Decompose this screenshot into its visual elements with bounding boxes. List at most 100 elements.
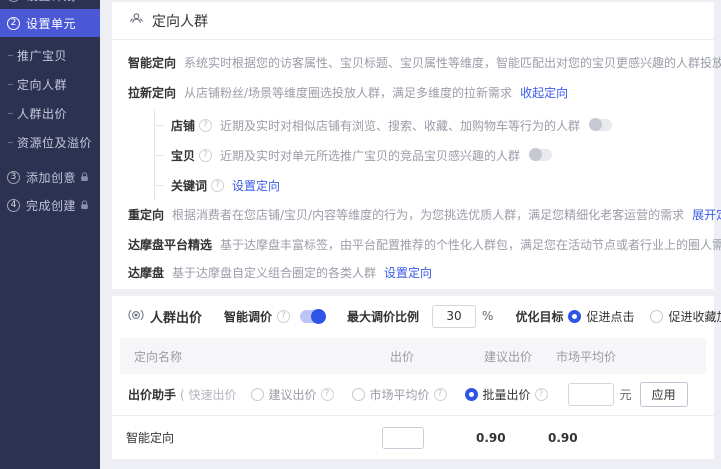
step-number: 1: [7, 0, 20, 2]
goal-option-label: 促进点击: [586, 308, 634, 325]
panel-title: 定向人群: [152, 11, 208, 31]
radio-icon[interactable]: [650, 310, 663, 323]
step-number: 2: [7, 17, 20, 30]
row-desc: 从店铺粉丝/场景等维度圈选投放人群，满足多维度的拉新需求: [184, 84, 512, 102]
subitem-label: 人群出价: [17, 105, 67, 122]
help-icon[interactable]: ?: [199, 119, 212, 132]
sidebar-step-unit[interactable]: 2 设置单元: [0, 9, 100, 37]
sidebar-step-plan[interactable]: 1 设置计划: [0, 0, 100, 9]
assistant-hint: ( 快速出价: [180, 386, 237, 403]
col-header-suggested: 建议出价: [484, 348, 556, 365]
max-ratio-label: 最大调价比例: [347, 308, 419, 325]
help-icon[interactable]: ?: [535, 388, 548, 401]
shop-targeting-row: 店铺 ? 近期及实时对相似店铺有浏览、搜索、收藏、加购物车等行为的人群: [155, 110, 698, 140]
help-icon[interactable]: ?: [199, 149, 212, 162]
subitem-label: 推广宝贝: [17, 47, 67, 64]
step-number: 3: [7, 171, 20, 184]
goal-label: 优化目标: [515, 308, 563, 325]
col-header-market: 市场平均价: [556, 348, 646, 365]
step-number: 4: [7, 199, 20, 212]
radio-icon[interactable]: [568, 310, 581, 323]
row-name: 智能定向: [126, 429, 382, 446]
bid-panel-header: 人群出价 智能调价 ? 最大调价比例 % 优化目标 促进点击 促进收藏加购: [112, 296, 714, 336]
assistant-option-label: 建议出价: [269, 386, 317, 403]
step-label: 设置计划: [26, 0, 76, 4]
row-label: 拉新定向: [128, 84, 176, 102]
sidebar-item-audience-bid[interactable]: 人群出价: [0, 99, 100, 128]
acquisition-targeting-row: 拉新定向 从店铺粉丝/场景等维度圈选投放人群，满足多维度的拉新需求 收起定向: [128, 84, 698, 102]
audience-panel-header: 定向人群: [112, 2, 714, 40]
sidebar-item-promote-item[interactable]: 推广宝贝: [0, 41, 100, 70]
radio-icon[interactable]: [251, 388, 264, 401]
row-desc: 系统实时根据您的访客属性、宝贝标题、宝贝属性等维度，智能匹配出对您的宝贝更感兴趣…: [184, 54, 721, 72]
keyword-targeting-row: 关键词 ? 设置定向: [155, 170, 698, 200]
campaign-setup-page: 1 设置计划 2 设置单元 推广宝贝 定向人群 人群出价 资源位及溢价 3 添加…: [0, 0, 721, 469]
audience-bid-panel: 人群出价 智能调价 ? 最大调价比例 % 优化目标 促进点击 促进收藏加购: [112, 296, 714, 459]
step-label: 添加创意: [26, 169, 76, 186]
batch-bid-input[interactable]: [568, 383, 614, 406]
sidebar-subnav: 推广宝贝 定向人群 人群出价 资源位及溢价: [0, 37, 100, 159]
audience-targeting-panel: 定向人群 智能定向 系统实时根据您的访客属性、宝贝标题、宝贝属性等维度，智能匹配…: [112, 2, 714, 289]
sidebar-step-finish[interactable]: 4 完成创建: [0, 191, 100, 219]
sidebar-item-placement[interactable]: 资源位及溢价: [0, 128, 100, 157]
row-suggested-bid: 0.90: [476, 431, 548, 445]
lock-icon: [80, 200, 89, 210]
subitem-label: 定向人群: [17, 76, 67, 93]
bid-target-icon: [128, 307, 144, 326]
dmp-featured-row: 达摩盘平台精选 基于达摩盘丰富标签，由平台配置推荐的个性化人群包，满足您在活动节…: [128, 236, 698, 254]
row-desc: 基于达摩盘丰富标签，由平台配置推荐的个性化人群包，满足您在活动节点或者行业上的圈…: [220, 236, 721, 254]
row-market-price: 0.90: [548, 431, 638, 445]
collapse-targeting-link[interactable]: 收起定向: [520, 84, 568, 102]
dmp-row: 达摩盘 基于达摩盘自定义组合圈定的各类人群 设置定向: [128, 264, 698, 282]
audience-panel-body: 智能定向 系统实时根据您的访客属性、宝贝标题、宝贝属性等维度，智能匹配出对您的宝…: [112, 40, 714, 282]
yuan-unit: 元: [620, 386, 632, 403]
assistant-option-batch[interactable]: 批量出价 ?: [465, 386, 548, 403]
percent-unit: %: [482, 309, 493, 323]
acquisition-children: 店铺 ? 近期及实时对相似店铺有浏览、搜索、收藏、加购物车等行为的人群 宝贝 ?…: [154, 110, 698, 200]
row-bid-cell: [382, 427, 476, 449]
row-label: 店铺: [171, 117, 195, 134]
smart-adjust-toggle[interactable]: [300, 310, 325, 323]
item-targeting-row: 宝贝 ? 近期及实时对单元所选推广宝贝的竞品宝贝感兴趣的人群: [155, 140, 698, 170]
goal-option-label: 促进收藏加购: [668, 308, 721, 325]
row-label: 重定向: [128, 206, 164, 224]
item-targeting-toggle[interactable]: [530, 149, 552, 161]
assistant-option-label: 批量出价: [483, 386, 531, 403]
row-label: 达摩盘: [128, 264, 164, 282]
set-targeting-link[interactable]: 设置定向: [232, 177, 280, 194]
max-ratio-input[interactable]: [432, 305, 476, 328]
row-bid-input[interactable]: [382, 427, 424, 449]
bid-assistant-row: 出价助手 ( 快速出价 建议出价 ? 市场平均价 ? 批量出价 ?: [112, 374, 714, 416]
apply-button[interactable]: 应用: [640, 382, 688, 407]
help-icon[interactable]: ?: [321, 388, 334, 401]
help-icon[interactable]: ?: [211, 179, 224, 192]
expand-targeting-link[interactable]: 展开定向: [692, 206, 721, 224]
row-label: 智能定向: [128, 54, 176, 72]
help-icon[interactable]: ?: [277, 310, 290, 323]
assistant-option-market[interactable]: 市场平均价 ?: [352, 386, 447, 403]
row-desc: 近期及实时对单元所选推广宝贝的竞品宝贝感兴趣的人群: [220, 147, 520, 164]
bid-table-row-smart: 智能定向 0.90 0.90: [112, 416, 714, 459]
row-desc: 基于达摩盘自定义组合圈定的各类人群: [172, 264, 376, 282]
goal-option-click[interactable]: 促进点击: [568, 308, 634, 325]
row-label: 达摩盘平台精选: [128, 236, 212, 254]
col-header-name: 定向名称: [134, 348, 390, 365]
sidebar-item-audience[interactable]: 定向人群: [0, 70, 100, 99]
bid-table-header: 定向名称 出价 建议出价 市场平均价: [120, 338, 706, 374]
radio-icon[interactable]: [352, 388, 365, 401]
assistant-option-suggested[interactable]: 建议出价 ?: [251, 386, 334, 403]
assistant-label: 出价助手: [128, 386, 176, 403]
smart-adjust-label: 智能调价: [224, 308, 272, 325]
row-label: 关键词: [171, 177, 207, 194]
sidebar-step-creative[interactable]: 3 添加创意: [0, 163, 100, 191]
shop-targeting-toggle[interactable]: [590, 119, 612, 131]
set-targeting-link[interactable]: 设置定向: [384, 264, 432, 282]
panel-title: 人群出价: [150, 307, 202, 326]
retargeting-row: 重定向 根据消费者在您店铺/宝贝/内容等维度的行为，为您挑选优质人群，满足您精细…: [128, 206, 698, 224]
help-icon[interactable]: ?: [434, 388, 447, 401]
row-desc: 近期及实时对相似店铺有浏览、搜索、收藏、加购物车等行为的人群: [220, 117, 580, 134]
radio-icon[interactable]: [465, 388, 478, 401]
main-content: 定向人群 智能定向 系统实时根据您的访客属性、宝贝标题、宝贝属性等维度，智能匹配…: [112, 0, 714, 469]
subitem-label: 资源位及溢价: [17, 134, 92, 151]
goal-option-favorite[interactable]: 促进收藏加购: [650, 308, 721, 325]
